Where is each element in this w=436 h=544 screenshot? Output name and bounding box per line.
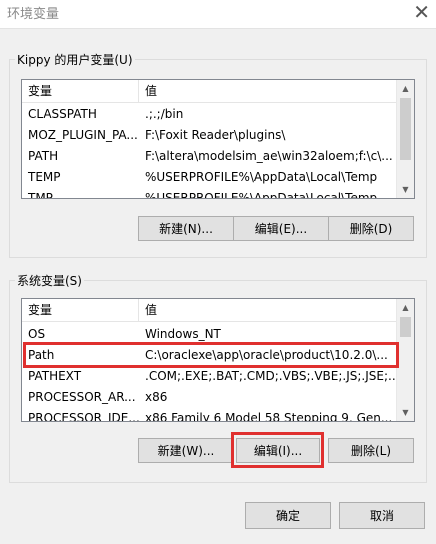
- cancel-button[interactable]: 取消: [339, 502, 425, 529]
- var-value: x86 Family 6 Model 58 Stepping 9, Gen...: [145, 411, 393, 422]
- list-header: 变量 值: [22, 80, 414, 103]
- var-name: PATHEXT: [28, 369, 82, 383]
- var-name: PATH: [28, 149, 59, 163]
- column-header-variable[interactable]: 变量: [22, 299, 139, 321]
- column-header-variable[interactable]: 变量: [22, 80, 139, 102]
- edit-button-highlight: [231, 432, 324, 468]
- var-value: x86: [145, 390, 168, 404]
- scroll-thumb[interactable]: [400, 317, 411, 337]
- window-title: 环境变量: [7, 7, 60, 22]
- var-name: TMP: [28, 191, 53, 199]
- scroll-thumb[interactable]: [400, 98, 411, 160]
- var-name: PROCESSOR_IDE...: [28, 411, 139, 422]
- path-row-highlight: [23, 342, 399, 368]
- ok-button[interactable]: 确定: [245, 502, 331, 529]
- system-delete-button[interactable]: 删除(L): [328, 438, 414, 463]
- close-icon[interactable]: ✕: [413, 0, 430, 26]
- user-edit-button[interactable]: 编辑(E)...: [233, 216, 329, 241]
- column-header-value[interactable]: 值: [139, 80, 157, 102]
- var-name: PROCESSOR_AR...: [28, 390, 136, 404]
- scroll-down-icon[interactable]: ▼: [397, 404, 414, 421]
- vertical-scrollbar[interactable]: ▲ ▼: [396, 80, 414, 198]
- user-vars-group-label: Kippy 的用户变量(U): [15, 51, 135, 68]
- column-header-value[interactable]: 值: [139, 299, 157, 321]
- var-name: CLASSPATH: [28, 107, 97, 121]
- var-name: MOZ_PLUGIN_PA...: [28, 128, 138, 142]
- var-value: %USERPROFILE%\AppData\Local\Temp: [145, 170, 378, 184]
- var-name: TEMP: [28, 170, 61, 184]
- title-bar: 环境变量 ✕: [0, 0, 436, 29]
- list-header: 变量 值: [22, 299, 414, 322]
- scroll-up-icon[interactable]: ▲: [397, 80, 414, 97]
- var-value: .;.;/bin: [145, 107, 184, 121]
- var-value: F:\Foxit Reader\plugins\: [145, 128, 286, 142]
- scroll-down-icon[interactable]: ▼: [397, 181, 414, 198]
- var-value: F:\altera\modelsim_ae\win32aloem;f:\c\..…: [145, 149, 393, 163]
- var-value: .COM;.EXE;.BAT;.CMD;.VBS;.VBE;.JS;.JSE;.…: [145, 369, 397, 383]
- user-delete-button[interactable]: 删除(D): [328, 216, 414, 241]
- system-vars-group-label: 系统变量(S): [15, 272, 84, 289]
- system-new-button[interactable]: 新建(W)...: [138, 438, 234, 463]
- var-value: %USERPROFILE%\AppData\Local\Temp: [145, 191, 378, 199]
- user-new-button[interactable]: 新建(N)...: [138, 216, 234, 241]
- user-vars-list[interactable]: 变量 值 CLASSPATH .;.;/bin MOZ_PLUGIN_PA...…: [21, 79, 415, 199]
- scroll-up-icon[interactable]: ▲: [397, 299, 414, 316]
